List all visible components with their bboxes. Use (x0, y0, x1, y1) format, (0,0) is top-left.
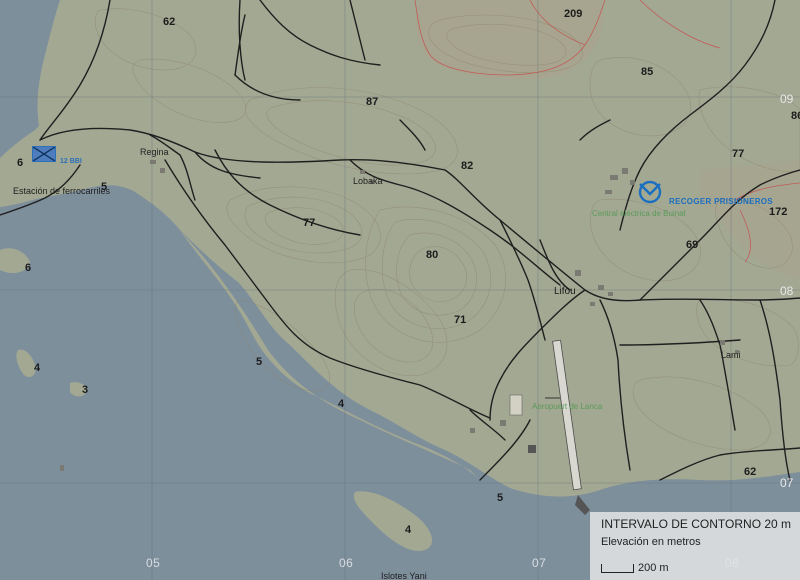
grid-label-x: 06 (339, 556, 354, 570)
place-label-lifou: Lifou (554, 286, 576, 297)
elevation-label: 5 (256, 356, 263, 368)
grid-label-y: 07 (780, 476, 794, 490)
place-label-station: Estación de ferrocarriles (13, 186, 111, 196)
elevation-label: 209 (564, 8, 583, 20)
elevation-label: 6 (25, 262, 32, 274)
elevation-label: 3 (82, 384, 89, 396)
grid-label-y: 09 (780, 92, 794, 106)
elevation-label: 5 (497, 492, 504, 504)
terrain-layer (0, 0, 800, 580)
elevation-label: 77 (732, 148, 745, 160)
unit-label: 12 BBI (60, 158, 82, 165)
scale-label: 200 m (638, 562, 669, 574)
grid-label-x: 07 (532, 556, 547, 570)
infantry-unit-icon[interactable] (32, 146, 56, 162)
scale-bar (601, 564, 634, 573)
place-label-airport: Aeropuert de Lanca (532, 402, 603, 411)
place-label-regina: Regina (140, 147, 169, 157)
elevation-label: 172 (769, 206, 788, 218)
elevation-label: 6 (17, 157, 24, 169)
elevation-label: 69 (686, 239, 699, 251)
elevation-label: 77 (303, 217, 316, 229)
objective-label: RECOGER PRISIONEROS (669, 197, 773, 206)
elevation-label: 4 (338, 398, 345, 410)
map-view[interactable]: 12 BBI RECOGER PRISIONEROS 62 209 85 87 … (0, 0, 800, 580)
legend-elevation-unit: Elevación en metros (601, 536, 701, 548)
elevation-label: 85 (641, 66, 654, 78)
elevation-label: 71 (454, 314, 467, 326)
elevation-label: 62 (163, 16, 176, 28)
map-legend: INTERVALO DE CONTORNO 20 m Elevación en … (590, 512, 800, 580)
grid-label-x: 05 (146, 556, 161, 570)
place-label-lobaka: Lobaka (353, 176, 383, 186)
legend-contour-interval: INTERVALO DE CONTORNO 20 m (601, 517, 792, 531)
elevation-label: 87 (366, 96, 379, 108)
grid-label-y: 08 (780, 284, 794, 298)
place-label-lami: Lami (721, 350, 741, 360)
elevation-label: 4 (34, 362, 41, 374)
objective-marker-icon[interactable] (637, 179, 662, 204)
place-label-islets: Islotes Yani (381, 571, 427, 580)
elevation-label: 62 (744, 466, 757, 478)
elevation-label: 80 (426, 249, 439, 261)
elevation-label: 82 (461, 160, 474, 172)
elevation-label: 86 (791, 110, 800, 122)
place-label-central: Central eléctrica de Buinal (592, 209, 686, 218)
elevation-label: 4 (405, 524, 412, 536)
